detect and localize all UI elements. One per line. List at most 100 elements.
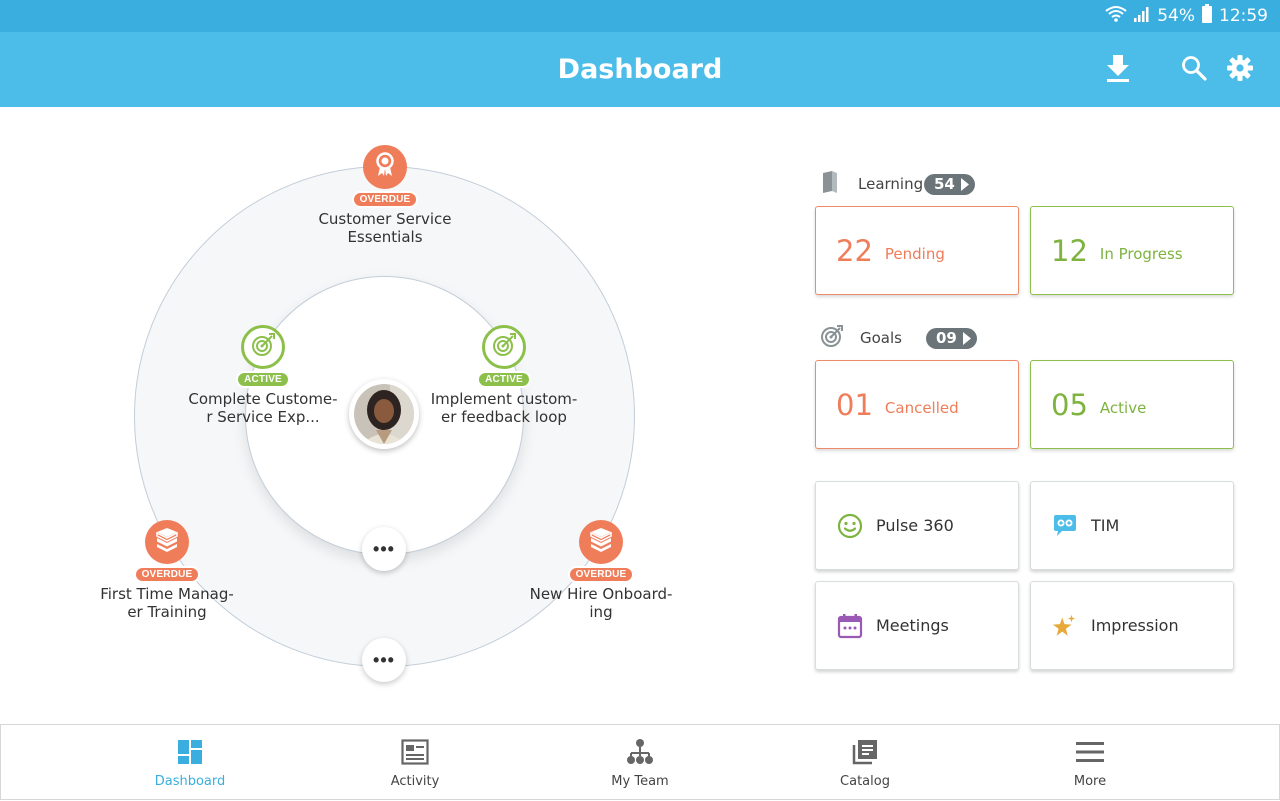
search-button[interactable] [1176, 52, 1212, 88]
nav-label: Dashboard [154, 774, 226, 789]
activity-icon [400, 737, 430, 767]
target-icon [820, 324, 844, 353]
goals-count-button[interactable]: 09 [926, 327, 977, 349]
tile-label: Impression [1091, 616, 1179, 635]
avatar[interactable] [349, 379, 419, 449]
pulse-360-tile[interactable]: Pulse 360 [815, 481, 1019, 570]
tile-label: Pulse 360 [876, 516, 954, 535]
orbit-node-overdue[interactable]: OVERDUE First Time Manag- er Training [92, 520, 242, 621]
stars-icon [1052, 613, 1078, 639]
app-bar: Dashboard [0, 32, 1280, 107]
nav-label: More [1073, 774, 1107, 789]
node-label-line: Implement custom- [430, 390, 578, 408]
search-icon [1181, 55, 1207, 86]
inner-more-button[interactable]: ••• [362, 527, 406, 571]
card-number: 05 [1051, 387, 1088, 422]
goals-header: Goals 09 [820, 324, 977, 353]
outer-more-button[interactable]: ••• [362, 638, 406, 682]
nav-activity[interactable]: Activity [340, 725, 490, 801]
card-label: Active [1099, 398, 1147, 417]
learning-pending-card[interactable]: 22 Pending [815, 206, 1019, 295]
node-label-line: New Hire Onboard- [529, 585, 673, 603]
nav-label: My Team [611, 774, 669, 789]
node-label-line: r Service Exp... [206, 408, 320, 426]
nav-dashboard[interactable]: Dashboard [115, 725, 265, 801]
status-badge: OVERDUE [567, 566, 635, 583]
tile-label: TIM [1091, 516, 1120, 535]
nav-catalog[interactable]: Catalog [790, 725, 940, 801]
status-badge: ACTIVE [236, 371, 290, 388]
menu-icon [1075, 737, 1105, 767]
nav-label: Catalog [840, 774, 890, 789]
calendar-icon [837, 613, 863, 639]
battery-icon [1201, 3, 1213, 29]
dashboard-icon [175, 737, 205, 767]
card-label: In Progress [1099, 244, 1183, 263]
target-icon [250, 332, 276, 363]
nav-my-team[interactable]: My Team [565, 725, 715, 801]
learning-count: 54 [934, 175, 955, 193]
avatar-photo [354, 384, 414, 444]
nav-label: Activity [390, 774, 440, 789]
page-title: Dashboard [557, 54, 723, 85]
orbit-node-overdue[interactable]: OVERDUE Customer Service Essentials [305, 145, 465, 246]
node-icon-circle [241, 325, 285, 369]
card-label: Cancelled [884, 398, 959, 417]
learning-label: Learning [858, 175, 924, 193]
node-label-line: Essentials [347, 228, 423, 246]
node-label-line: Customer Service [318, 210, 452, 228]
download-icon [1104, 53, 1132, 88]
wifi-icon [1105, 5, 1127, 28]
battery-percent: 54% [1157, 6, 1195, 26]
book-icon [820, 170, 842, 199]
catalog-icon [850, 737, 880, 767]
node-label: First Time Manag- er Training [92, 585, 242, 621]
signal-icon [1133, 5, 1151, 28]
orbit-node-active[interactable]: ACTIVE Complete Custome- r Service Exp..… [188, 325, 338, 426]
node-label: Customer Service Essentials [305, 210, 465, 246]
bottom-navigation: Dashboard Activity My Team Catalog More [0, 724, 1280, 800]
goals-active-card[interactable]: 05 Active [1030, 360, 1234, 449]
target-icon [491, 332, 517, 363]
goals-label: Goals [860, 329, 902, 347]
node-label: New Hire Onboard- ing [526, 585, 676, 621]
node-label: Complete Custome- r Service Exp... [188, 390, 338, 426]
clock: 12:59 [1219, 6, 1268, 26]
goals-count: 09 [936, 329, 957, 347]
node-label-line: er Training [127, 603, 207, 621]
download-button[interactable] [1100, 52, 1136, 88]
node-label: Implement custom- er feedback loop [429, 390, 579, 426]
tim-tile[interactable]: TIM [1030, 481, 1234, 570]
card-label: Pending [884, 244, 945, 263]
play-arrow-icon [962, 331, 971, 345]
nav-more[interactable]: More [1015, 725, 1165, 801]
node-label-line: er feedback loop [441, 408, 567, 426]
books-icon [588, 527, 614, 557]
award-ribbon-icon [373, 151, 397, 183]
orbit-node-active[interactable]: ACTIVE Implement custom- er feedback loo… [429, 325, 579, 426]
node-icon-circle [579, 520, 623, 564]
card-number: 12 [1051, 233, 1088, 268]
goals-cancelled-card[interactable]: 01 Cancelled [815, 360, 1019, 449]
status-badge: ACTIVE [477, 371, 531, 388]
learning-header: Learning 54 [820, 170, 975, 199]
card-number: 22 [836, 233, 873, 268]
learning-count-button[interactable]: 54 [924, 173, 975, 195]
impression-tile[interactable]: Impression [1030, 581, 1234, 670]
status-badge: OVERDUE [351, 191, 419, 208]
meetings-tile[interactable]: Meetings [815, 581, 1019, 670]
orbit-node-overdue[interactable]: OVERDUE New Hire Onboard- ing [526, 520, 676, 621]
settings-button[interactable] [1222, 52, 1258, 88]
node-icon-circle [145, 520, 189, 564]
status-bar: 54% 12:59 [0, 0, 1280, 32]
learning-in-progress-card[interactable]: 12 In Progress [1030, 206, 1234, 295]
node-label-line: Complete Custome- [188, 390, 338, 408]
chat-glasses-icon [1052, 513, 1078, 539]
smiley-icon [837, 513, 863, 539]
team-icon [625, 737, 655, 767]
node-label-line: ing [589, 603, 613, 621]
play-arrow-icon [960, 177, 969, 191]
books-icon [154, 527, 180, 557]
node-label-line: First Time Manag- [100, 585, 234, 603]
settings-icon [1226, 54, 1254, 87]
